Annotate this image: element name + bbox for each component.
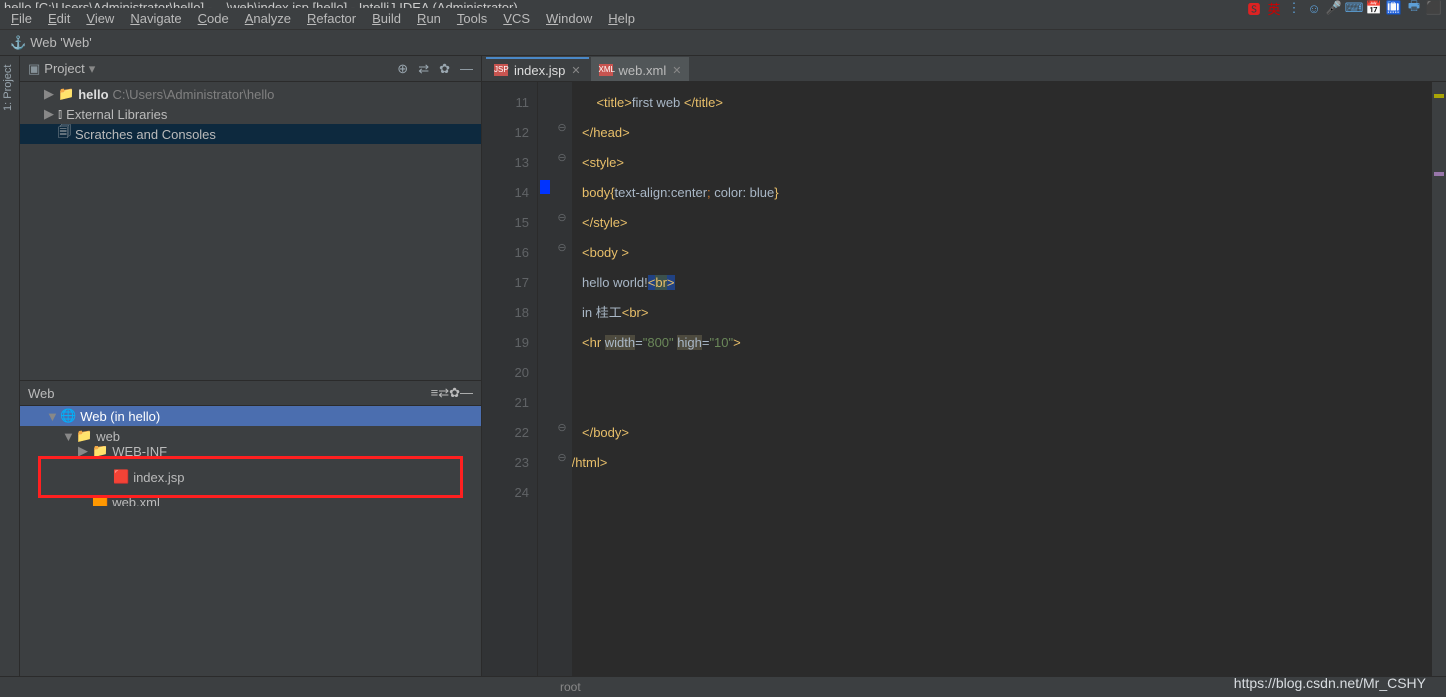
- menu-help[interactable]: Help: [601, 9, 642, 28]
- tray-icon-4[interactable]: 🎤: [1326, 0, 1342, 16]
- scrollbar-info-marker: [1434, 172, 1444, 176]
- watermark-text: https://blog.csdn.net/Mr_CSHY: [1234, 675, 1426, 691]
- menu-file[interactable]: File: [4, 9, 39, 28]
- project-tree-row[interactable]: ▶⫾ External Libraries: [20, 104, 481, 124]
- tab-label: index.jsp: [514, 63, 565, 78]
- web-toolbar-icon-2[interactable]: ✿: [449, 385, 460, 400]
- breadcrumb-root[interactable]: root: [560, 680, 581, 694]
- anchor-icon: ⚓: [10, 35, 26, 51]
- nav-bar: ⚓ Web 'Web': [0, 30, 1446, 56]
- web-panel-title: Web: [28, 386, 55, 401]
- scrollbar-warn-marker: [1434, 94, 1444, 98]
- close-icon[interactable]: ✕: [571, 64, 580, 77]
- menu-analyze[interactable]: Analyze: [238, 9, 298, 28]
- status-bar: root: [0, 676, 1446, 696]
- close-icon[interactable]: ✕: [672, 64, 681, 77]
- editor-scrollbar[interactable]: [1432, 82, 1446, 676]
- web-toolbar-icon-1[interactable]: ⇄: [438, 385, 449, 400]
- editor-tab-index.jsp[interactable]: JSP index.jsp ✕: [486, 57, 589, 81]
- code-area[interactable]: <title>first web </title> </head> <style…: [572, 82, 1432, 676]
- menu-navigate[interactable]: Navigate: [123, 9, 188, 28]
- tray-icon-6[interactable]: 📅: [1366, 0, 1382, 16]
- web-tree-row[interactable]: 🟥 index.jsp: [41, 467, 460, 487]
- tray-icon-1[interactable]: 英: [1266, 0, 1282, 16]
- tray-icon-9[interactable]: ⬛: [1426, 0, 1442, 16]
- menu-window[interactable]: Window: [539, 9, 599, 28]
- project-tree-row[interactable]: 🗐 Scratches and Consoles: [20, 124, 481, 144]
- web-panel-header: Web ≡⇄✿—: [20, 380, 481, 406]
- web-tree-row[interactable]: ▶📁 WEB-INF: [20, 446, 481, 456]
- web-tree-row[interactable]: ▼📁 web: [20, 426, 481, 446]
- project-icon: ▣: [28, 61, 40, 77]
- menu-edit[interactable]: Edit: [41, 9, 77, 28]
- tray-icon-8[interactable]: 🖶: [1406, 0, 1422, 16]
- menu-run[interactable]: Run: [410, 9, 448, 28]
- fold-gutter: ⊖⊖⊖⊖⊖⊖: [552, 82, 572, 676]
- change-gutter: [538, 82, 552, 676]
- tab-label: web.xml: [619, 63, 667, 78]
- editor-tab-web.xml[interactable]: XML web.xml ✕: [591, 57, 690, 81]
- project-toolbar-icon-2[interactable]: ✿: [439, 61, 450, 77]
- web-tree-row[interactable]: ▼🌐 Web (in hello): [20, 406, 481, 426]
- project-toolbar-icon-0[interactable]: ⊕: [397, 61, 408, 77]
- nav-text: Web 'Web': [30, 35, 92, 50]
- editor-tabs: JSP index.jsp ✕ XML web.xml ✕: [482, 56, 1446, 82]
- title-text: hello [C:\Users\Administrator\hello] - .…: [4, 0, 518, 8]
- menu-bar: FileEditViewNavigateCodeAnalyzeRefactorB…: [0, 8, 1446, 30]
- project-tree[interactable]: ▶📁 hello C:\Users\Administrator\hello▶⫾ …: [20, 82, 481, 146]
- tray-icon-7[interactable]: 🛄: [1386, 0, 1402, 16]
- tray-icon-3[interactable]: ☺: [1306, 0, 1322, 16]
- menu-build[interactable]: Build: [365, 9, 408, 28]
- menu-view[interactable]: View: [79, 9, 121, 28]
- file-icon: JSP: [494, 64, 508, 76]
- project-toolbar-icon-1[interactable]: ⇄: [418, 61, 429, 77]
- menu-vcs[interactable]: VCS: [496, 9, 537, 28]
- highlight-red-box: 🟥 index.jsp: [38, 456, 463, 498]
- line-number-gutter: 1112131415161718192021222324: [482, 82, 538, 676]
- editor-body[interactable]: 1112131415161718192021222324 ⊖⊖⊖⊖⊖⊖ <tit…: [482, 82, 1446, 676]
- tool-window-strip[interactable]: 1: Project: [0, 56, 20, 676]
- web-tree-row[interactable]: 🟧 web.xml: [20, 498, 481, 506]
- tray-icon-0[interactable]: 🆂: [1246, 0, 1262, 16]
- left-side-panels: ▣ Project ▾ ⊕⇄✿— ▶📁 hello C:\Users\Admin…: [20, 56, 482, 676]
- system-tray-icons: 🆂英⋮☺🎤⌨📅🛄🖶⬛: [1246, 0, 1442, 16]
- project-panel-title: Project: [44, 61, 84, 76]
- menu-refactor[interactable]: Refactor: [300, 9, 363, 28]
- tray-icon-2[interactable]: ⋮: [1286, 0, 1302, 16]
- dropdown-icon[interactable]: ▾: [89, 61, 96, 77]
- menu-code[interactable]: Code: [191, 9, 236, 28]
- menu-tools[interactable]: Tools: [450, 9, 494, 28]
- project-panel-header: ▣ Project ▾ ⊕ ⇄ ✿ —: [20, 56, 481, 82]
- file-icon: XML: [599, 64, 613, 76]
- tray-icon-5[interactable]: ⌨: [1346, 0, 1362, 16]
- editor-area: JSP index.jsp ✕ XML web.xml ✕ 111213141516171…: [482, 56, 1446, 676]
- web-toolbar-icon-3[interactable]: —: [460, 385, 473, 400]
- project-tool-tab[interactable]: 1: Project: [2, 65, 14, 111]
- title-bar: hello [C:\Users\Administrator\hello] - .…: [0, 0, 1446, 8]
- web-tree[interactable]: ▼🌐 Web (in hello)▼📁 web▶📁 WEB-INF 🟥 index…: [20, 406, 481, 506]
- project-toolbar-icon-3[interactable]: —: [460, 61, 473, 76]
- project-tree-row[interactable]: ▶📁 hello C:\Users\Administrator\hello: [20, 84, 481, 104]
